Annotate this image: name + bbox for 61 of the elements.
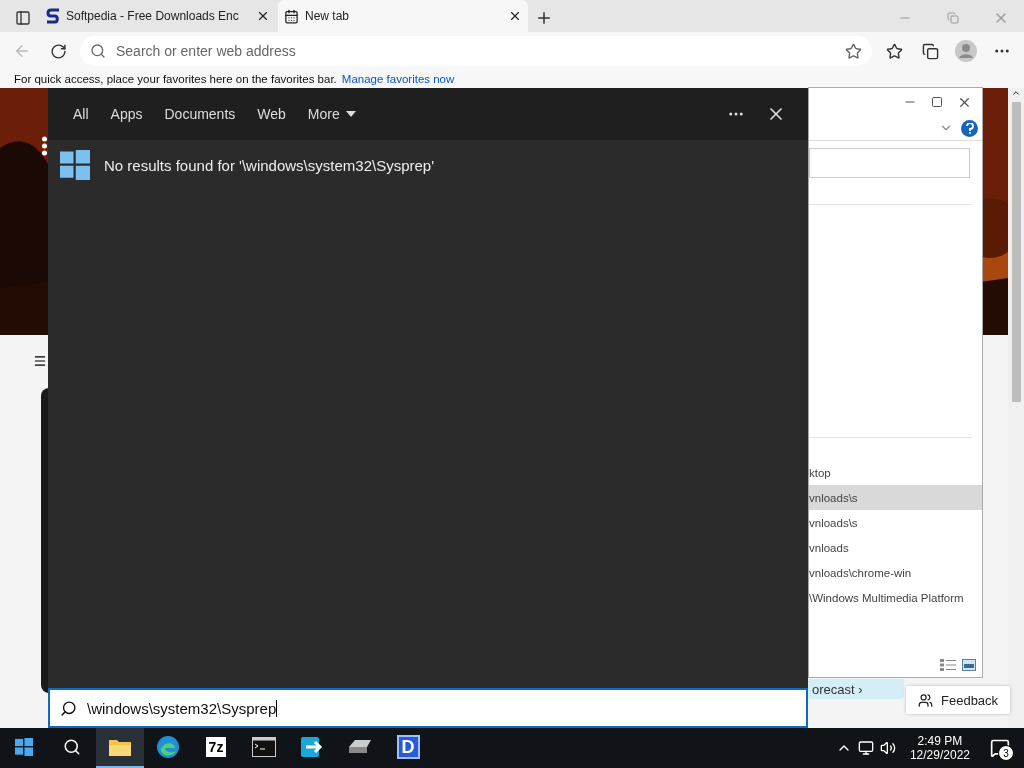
preview-view-icon[interactable] bbox=[962, 659, 976, 671]
volume-icon[interactable] bbox=[879, 740, 896, 756]
taskbar-app[interactable] bbox=[96, 728, 144, 768]
path-item[interactable]: vnloads\s bbox=[809, 510, 982, 535]
search-icon bbox=[60, 699, 77, 717]
help-icon[interactable] bbox=[961, 119, 978, 137]
taskbar-app[interactable]: 7z bbox=[192, 728, 240, 768]
app-icon[interactable]: 7z bbox=[205, 737, 227, 757]
search-filter-tab[interactable]: Apps bbox=[99, 88, 154, 140]
new-tab-icon bbox=[284, 8, 299, 24]
taskbar-app[interactable]: D bbox=[384, 728, 432, 768]
close-tab-icon[interactable] bbox=[256, 9, 270, 23]
feedback-button[interactable]: Feedback bbox=[906, 686, 1011, 714]
new-tab-icon[interactable] bbox=[535, 9, 553, 27]
input-field[interactable] bbox=[809, 148, 970, 178]
tab-actions-icon[interactable] bbox=[15, 10, 31, 26]
path-item[interactable]: vnloads\chrome-win bbox=[809, 560, 982, 585]
details-view-icon[interactable] bbox=[940, 659, 956, 671]
browser-tab[interactable]: Softpedia - Free Downloads Enc bbox=[40, 0, 276, 32]
notification-count: 3 bbox=[998, 745, 1014, 761]
favorites-icon[interactable] bbox=[885, 42, 903, 60]
path-item[interactable]: ktop bbox=[809, 460, 982, 485]
search-filter-tab[interactable]: All bbox=[62, 88, 100, 140]
path-item[interactable]: vnloads bbox=[809, 535, 982, 560]
drive-icon[interactable] bbox=[347, 738, 373, 756]
no-results-message: No results found for '\windows\system32\Sysprep' bbox=[104, 156, 435, 174]
hamburger-icon[interactable] bbox=[33, 354, 47, 368]
search-field[interactable]: \windows\system32\Sysprep bbox=[48, 688, 808, 728]
more-icon[interactable] bbox=[42, 136, 47, 156]
search-filter-tab[interactable]: Web bbox=[246, 88, 297, 140]
windows-icon bbox=[60, 150, 90, 180]
folder-icon[interactable] bbox=[108, 737, 132, 757]
path-item[interactable]: vnloads\s bbox=[809, 485, 982, 510]
search-filter-tab[interactable]: More bbox=[296, 88, 367, 140]
clock[interactable]: 2:49 PM 12/29/2022 bbox=[901, 734, 978, 762]
network-icon[interactable] bbox=[857, 740, 874, 756]
search-icon[interactable] bbox=[63, 738, 81, 756]
edge-icon[interactable] bbox=[156, 735, 180, 759]
app-icon[interactable]: D bbox=[396, 735, 420, 759]
notifications-button[interactable]: 3 bbox=[984, 733, 1016, 763]
collections-icon[interactable] bbox=[921, 42, 939, 60]
maximize-icon[interactable] bbox=[931, 96, 943, 108]
add-favorite-icon[interactable] bbox=[845, 42, 862, 60]
path-item[interactable]: \Windows Multimedia Platform bbox=[809, 585, 982, 610]
search-icon bbox=[90, 43, 106, 59]
feedback-icon bbox=[918, 692, 933, 708]
refresh-icon[interactable] bbox=[49, 42, 67, 60]
caret-icon bbox=[345, 111, 356, 117]
scroll-up-icon[interactable] bbox=[1011, 88, 1021, 98]
profile-icon[interactable] bbox=[955, 40, 977, 62]
transfer-icon[interactable] bbox=[300, 735, 324, 759]
favorites-hint: For quick access, place your favorites here on the favorites bar. bbox=[14, 73, 337, 85]
address-bar[interactable]: Search or enter web address bbox=[80, 36, 872, 66]
forecast-link[interactable]: orecast › bbox=[808, 679, 904, 699]
manage-favorites-link[interactable]: Manage favorites now bbox=[341, 73, 455, 85]
search-filter-tab[interactable]: Documents bbox=[153, 88, 247, 140]
terminal-icon[interactable] bbox=[252, 737, 276, 757]
close-tab-icon[interactable] bbox=[508, 9, 522, 23]
site-logo-icon bbox=[46, 8, 60, 24]
start-icon[interactable] bbox=[15, 738, 33, 756]
browser-tab[interactable]: New tab bbox=[278, 0, 528, 32]
